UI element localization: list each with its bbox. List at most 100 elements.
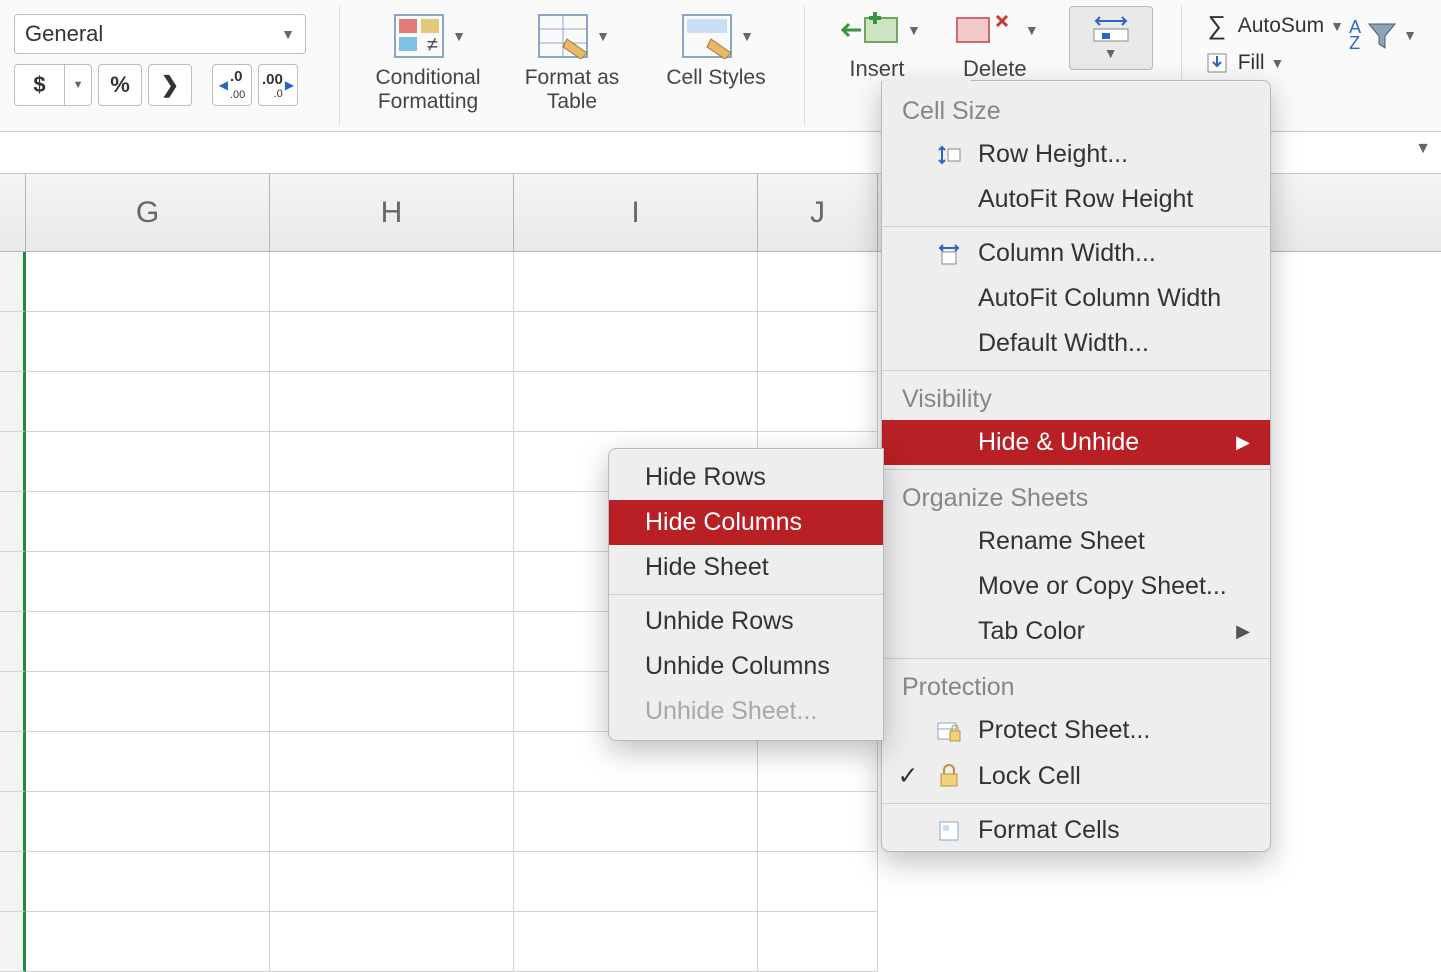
- cell[interactable]: [270, 852, 514, 912]
- cell[interactable]: [270, 672, 514, 732]
- row-header[interactable]: [0, 912, 26, 972]
- cell[interactable]: [758, 312, 878, 372]
- menu-item-column-width[interactable]: Column Width...: [882, 231, 1270, 276]
- number-format-select[interactable]: General ▼: [14, 14, 306, 54]
- percent-format-button[interactable]: %: [98, 64, 142, 106]
- accounting-format-button[interactable]: $: [14, 64, 64, 106]
- format-as-table-button[interactable]: ▼ Format as Table: [512, 6, 632, 114]
- menu-item-default-width[interactable]: Default Width...: [882, 321, 1270, 366]
- column-header-j[interactable]: J: [758, 174, 878, 251]
- cell[interactable]: [26, 552, 270, 612]
- cell[interactable]: [514, 732, 758, 792]
- menu-section-protection: Protection: [882, 663, 1270, 708]
- row-header[interactable]: [0, 612, 26, 672]
- submenu-item-unhide-columns[interactable]: Unhide Columns: [609, 644, 883, 689]
- cell[interactable]: [270, 732, 514, 792]
- cell[interactable]: [270, 912, 514, 972]
- menu-item-protect-sheet[interactable]: Protect Sheet...: [882, 708, 1270, 753]
- cell[interactable]: [270, 432, 514, 492]
- cell[interactable]: [514, 372, 758, 432]
- cell-styles-button[interactable]: ▼ Cell Styles: [656, 6, 776, 90]
- menu-label: Rename Sheet: [978, 527, 1250, 556]
- menu-item-format-cells[interactable]: Format Cells: [882, 808, 1270, 845]
- column-header-g[interactable]: G: [26, 174, 270, 251]
- cell[interactable]: [270, 252, 514, 312]
- increase-decimal-button[interactable]: ◀.0.00: [212, 64, 252, 106]
- cell[interactable]: [26, 312, 270, 372]
- row-header[interactable]: [0, 672, 26, 732]
- cell[interactable]: [26, 372, 270, 432]
- row-header[interactable]: [0, 552, 26, 612]
- menu-item-autofit-row-height[interactable]: AutoFit Row Height: [882, 177, 1270, 222]
- cell[interactable]: [514, 792, 758, 852]
- row-header[interactable]: [0, 792, 26, 852]
- cell[interactable]: [758, 792, 878, 852]
- accounting-format-split[interactable]: $ ▼: [14, 64, 92, 106]
- cell[interactable]: [26, 432, 270, 492]
- menu-item-rename-sheet[interactable]: Rename Sheet: [882, 519, 1270, 564]
- autosum-button[interactable]: ∑ AutoSum ▼: [1202, 10, 1344, 41]
- insert-cells-button[interactable]: ▼ Insert: [833, 6, 921, 82]
- cell[interactable]: [514, 912, 758, 972]
- cell[interactable]: [514, 252, 758, 312]
- cell[interactable]: [758, 852, 878, 912]
- row-header[interactable]: [0, 372, 26, 432]
- submenu-item-hide-sheet[interactable]: Hide Sheet: [609, 545, 883, 590]
- row-header[interactable]: [0, 852, 26, 912]
- accounting-format-dropdown[interactable]: ▼: [64, 64, 92, 106]
- column-header-h[interactable]: H: [270, 174, 514, 251]
- cell[interactable]: [758, 372, 878, 432]
- menu-item-hide-unhide[interactable]: Hide & Unhide ▶: [882, 420, 1270, 465]
- menu-item-move-copy-sheet[interactable]: Move or Copy Sheet...: [882, 564, 1270, 609]
- cell[interactable]: [270, 792, 514, 852]
- menu-item-row-height[interactable]: Row Height...: [882, 132, 1270, 177]
- chevron-down-icon: ▼: [1330, 18, 1344, 34]
- cell[interactable]: [26, 612, 270, 672]
- row-header[interactable]: [0, 492, 26, 552]
- submenu-item-hide-rows[interactable]: Hide Rows: [609, 455, 883, 500]
- comma-format-button[interactable]: ❯: [148, 64, 192, 106]
- row-header[interactable]: [0, 252, 26, 312]
- conditional-formatting-button[interactable]: ≠ ▼ Conditional Formatting: [368, 6, 488, 114]
- row-header[interactable]: [0, 432, 26, 492]
- menu-item-autofit-column-width[interactable]: AutoFit Column Width: [882, 276, 1270, 321]
- cell[interactable]: [270, 312, 514, 372]
- cell-styles-label: Cell Styles: [666, 66, 765, 90]
- cell[interactable]: [26, 912, 270, 972]
- sort-az-icon: AZ: [1349, 19, 1361, 51]
- submenu-item-hide-columns[interactable]: Hide Columns: [609, 500, 883, 545]
- select-all-stub[interactable]: [0, 174, 26, 251]
- submenu-item-unhide-rows[interactable]: Unhide Rows: [609, 599, 883, 644]
- cell[interactable]: [270, 612, 514, 672]
- menu-label: Hide Sheet: [645, 553, 863, 582]
- cell[interactable]: [26, 672, 270, 732]
- chevron-down-icon: ▼: [281, 26, 295, 42]
- row-header[interactable]: [0, 732, 26, 792]
- cell[interactable]: [270, 492, 514, 552]
- cell[interactable]: [26, 852, 270, 912]
- menu-item-tab-color[interactable]: Tab Color ▶: [882, 609, 1270, 654]
- chevron-down-icon[interactable]: ▼: [1415, 140, 1431, 158]
- cell[interactable]: [514, 852, 758, 912]
- column-header-i[interactable]: I: [514, 174, 758, 251]
- cell[interactable]: [270, 552, 514, 612]
- delete-label: Delete: [963, 56, 1027, 82]
- cell[interactable]: [26, 252, 270, 312]
- sort-filter-button[interactable]: AZ ▼: [1349, 18, 1417, 52]
- cell[interactable]: [758, 912, 878, 972]
- fill-button[interactable]: Fill ▼: [1202, 51, 1344, 75]
- cell[interactable]: [758, 252, 878, 312]
- cell[interactable]: [514, 312, 758, 372]
- filter-funnel-icon: [1365, 18, 1399, 52]
- delete-cells-button[interactable]: ▼ Delete: [951, 6, 1039, 82]
- fill-down-icon: [1202, 52, 1232, 74]
- cell[interactable]: [26, 492, 270, 552]
- decrease-decimal-button[interactable]: .00.0▶: [258, 64, 298, 106]
- cell[interactable]: [758, 732, 878, 792]
- cell[interactable]: [26, 732, 270, 792]
- format-cells-button[interactable]: ▼: [1069, 6, 1153, 70]
- row-header[interactable]: [0, 312, 26, 372]
- menu-item-lock-cell[interactable]: ✓ Lock Cell: [882, 753, 1270, 799]
- cell[interactable]: [270, 372, 514, 432]
- cell[interactable]: [26, 792, 270, 852]
